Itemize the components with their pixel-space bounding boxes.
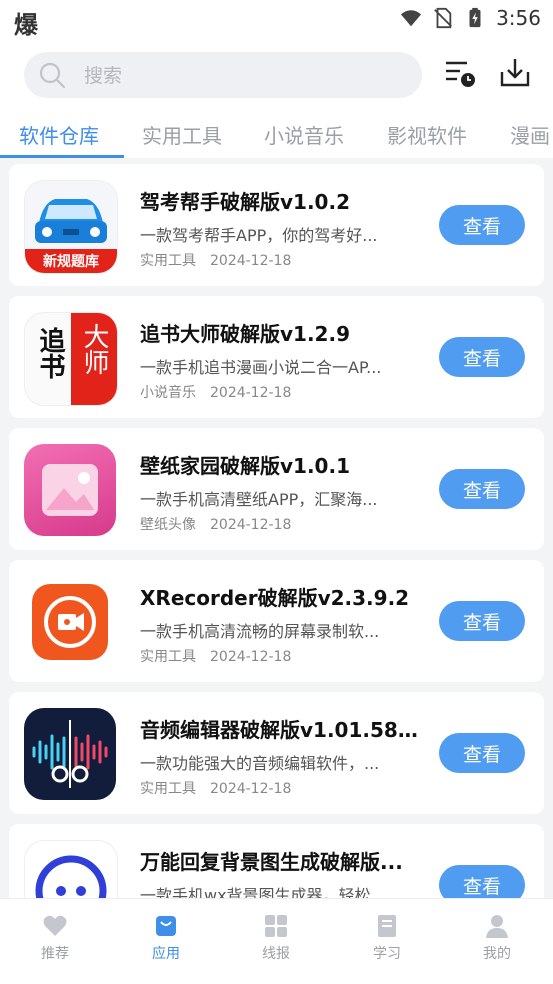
nav-item-deals[interactable]: 线报 bbox=[236, 913, 316, 963]
app-card[interactable]: 新规题库 驾考帮手破解版v1.0.2 一款驾考帮手APP，你的驾考好... 实用… bbox=[9, 164, 544, 286]
app-date: 2024-12-18 bbox=[210, 253, 292, 269]
app-description: 一款手机高清壁纸APP，汇聚海... bbox=[140, 490, 378, 509]
wifi-icon bbox=[400, 10, 422, 27]
icon-text-right: 大师 bbox=[79, 323, 109, 375]
status-time: 3:56 bbox=[496, 6, 541, 30]
car-icon: 新规题库 bbox=[24, 180, 118, 274]
app-meta: 实用工具 2024-12-18 bbox=[140, 778, 291, 798]
view-button[interactable]: 查看 bbox=[439, 601, 525, 641]
app-title: 驾考帮手破解版v1.0.2 bbox=[140, 190, 350, 214]
app-description: 一款手机高清流畅的屏幕录制软... bbox=[140, 622, 380, 641]
nav-label: 学习 bbox=[373, 946, 401, 962]
book-calligraphy-icon: 追书 大师 bbox=[24, 312, 118, 406]
app-card[interactable]: 万能回复背景图生成破解版... 一款手机wx背景图生成器，轻松... 查看 bbox=[9, 824, 544, 898]
book-icon bbox=[378, 915, 396, 937]
app-meta: 实用工具 2024-12-18 bbox=[140, 646, 291, 666]
status-icons: 3:56 bbox=[400, 6, 541, 30]
bottom-nav: 推荐 应用 线报 学习 我的 bbox=[0, 898, 553, 984]
wallpaper-image-icon bbox=[24, 444, 116, 536]
app-category: 小说音乐 bbox=[140, 385, 196, 401]
search-icon bbox=[39, 62, 66, 89]
no-sim-icon bbox=[434, 7, 452, 29]
app-category: 实用工具 bbox=[140, 781, 196, 797]
view-button[interactable]: 查看 bbox=[439, 205, 525, 245]
app-date: 2024-12-18 bbox=[210, 517, 292, 533]
view-button[interactable]: 查看 bbox=[439, 733, 525, 773]
app-description: 一款功能强大的音频编辑软件，... bbox=[140, 754, 380, 773]
battery-charging-icon bbox=[469, 7, 481, 28]
app-category: 实用工具 bbox=[140, 649, 196, 665]
tab-tools[interactable]: 实用工具 bbox=[142, 120, 222, 149]
app-title: 追书大师破解版v1.2.9 bbox=[140, 322, 350, 346]
status-bar: 爆 3:56 bbox=[0, 0, 553, 42]
search-bar[interactable] bbox=[24, 52, 422, 100]
heart-icon bbox=[43, 915, 67, 936]
nav-item-recommend[interactable]: 推荐 bbox=[15, 913, 95, 963]
nav-item-apps[interactable]: 应用 bbox=[126, 913, 206, 963]
nav-label: 线报 bbox=[262, 946, 290, 962]
status-carrier: 爆 bbox=[14, 11, 38, 39]
history-list-icon[interactable] bbox=[443, 56, 477, 90]
app-meta: 实用工具 2024-12-18 bbox=[140, 250, 291, 270]
tab-video[interactable]: 影视软件 bbox=[387, 120, 467, 149]
nav-item-me[interactable]: 我的 bbox=[457, 913, 537, 963]
app-date: 2024-12-18 bbox=[210, 781, 292, 797]
app-category: 壁纸头像 bbox=[140, 517, 196, 533]
app-date: 2024-12-18 bbox=[210, 649, 292, 665]
tab-software[interactable]: 软件仓库 bbox=[19, 120, 99, 149]
tab-novel-music[interactable]: 小说音乐 bbox=[264, 120, 344, 149]
nav-item-learn[interactable]: 学习 bbox=[347, 913, 427, 963]
view-button[interactable]: 查看 bbox=[439, 337, 525, 377]
grid-icon bbox=[265, 915, 287, 937]
audio-scissors-icon bbox=[24, 708, 116, 800]
app-meta: 小说音乐 2024-12-18 bbox=[140, 382, 291, 402]
app-description: 一款驾考帮手APP，你的驾考好... bbox=[140, 226, 378, 245]
app-description: 一款手机追书漫画小说二合一AP... bbox=[140, 358, 382, 377]
nav-label: 应用 bbox=[152, 946, 180, 962]
download-icon[interactable] bbox=[498, 56, 532, 90]
app-title: 万能回复背景图生成破解版... bbox=[140, 850, 403, 874]
app-date: 2024-12-18 bbox=[210, 385, 292, 401]
app-description: 一款手机wx背景图生成器，轻松... bbox=[140, 886, 386, 898]
app-meta: 壁纸头像 2024-12-18 bbox=[140, 514, 291, 534]
app-title: 壁纸家园破解版v1.0.1 bbox=[140, 454, 350, 478]
chat-bubble-icon bbox=[24, 840, 118, 898]
app-card[interactable]: XRecorder破解版v2.3.9.2 一款手机高清流畅的屏幕录制软... 实… bbox=[9, 560, 544, 682]
app-category: 实用工具 bbox=[140, 253, 196, 269]
tab-comics[interactable]: 漫画 bbox=[510, 120, 550, 149]
app-card[interactable]: 壁纸家园破解版v1.0.1 一款手机高清壁纸APP，汇聚海... 壁纸头像 202… bbox=[9, 428, 544, 550]
header bbox=[0, 42, 553, 108]
category-tabs: 软件仓库 实用工具 小说音乐 影视软件 漫画 bbox=[0, 108, 553, 158]
bag-icon bbox=[156, 916, 176, 936]
app-list: 新规题库 驾考帮手破解版v1.0.2 一款驾考帮手APP，你的驾考好... 实用… bbox=[0, 158, 553, 898]
nav-label: 我的 bbox=[483, 946, 511, 962]
view-button[interactable]: 查看 bbox=[439, 865, 525, 898]
video-recorder-icon bbox=[24, 576, 116, 668]
app-title: 音频编辑器破解版v1.01.58.... bbox=[140, 718, 420, 742]
view-button[interactable]: 查看 bbox=[439, 469, 525, 509]
nav-label: 推荐 bbox=[41, 946, 69, 962]
user-icon bbox=[486, 915, 508, 938]
app-card[interactable]: 音频编辑器破解版v1.01.58.... 一款功能强大的音频编辑软件，... 实… bbox=[9, 692, 544, 814]
icon-caption: 新规题库 bbox=[43, 254, 99, 270]
icon-text-left: 追书 bbox=[35, 327, 65, 379]
app-title: XRecorder破解版v2.3.9.2 bbox=[140, 586, 410, 610]
app-card[interactable]: 追书 大师 追书大师破解版v1.2.9 一款手机追书漫画小说二合一AP... 小… bbox=[9, 296, 544, 418]
search-input[interactable] bbox=[82, 52, 406, 100]
